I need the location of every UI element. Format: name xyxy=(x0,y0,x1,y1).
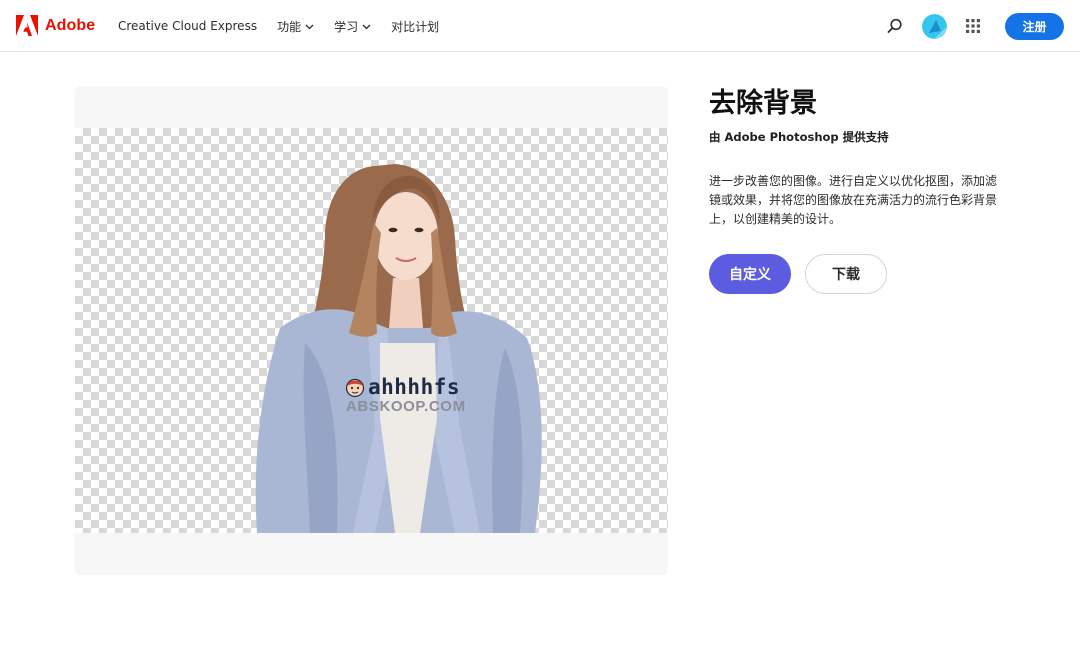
nav-item-label: Creative Cloud Express xyxy=(118,19,258,33)
brand-name: Adobe xyxy=(45,16,96,34)
watermark-logo: ahhhhfs xyxy=(345,376,485,398)
customize-button[interactable]: 自定义 xyxy=(709,254,791,294)
nav-item-label: 对比计划 xyxy=(391,19,440,34)
signup-button[interactable]: 注册 xyxy=(1005,12,1064,40)
search-icon xyxy=(887,18,902,33)
adobe-logo-icon xyxy=(16,15,38,36)
tool-description: 进一步改善您的图像。进行自定义以优化抠图，添加滤镜或效果，并将您的图像放在充满活… xyxy=(709,174,998,226)
image-preview-card: ahhhhfs ABSKOOP.COM xyxy=(75,86,668,575)
nav-item-features[interactable]: 功能 xyxy=(277,18,314,35)
nav-item-creative-cloud-express[interactable]: Creative Cloud Express xyxy=(118,19,257,33)
app-grid-icon xyxy=(966,19,980,33)
nav-item-learn[interactable]: 学习 xyxy=(334,18,371,35)
top-navigation-bar: Adobe Creative Cloud Express 功能 学习 对比计划 xyxy=(0,0,1080,52)
watermark: ahhhhfs ABSKOOP.COM xyxy=(345,376,485,415)
adobe-home-link[interactable]: Adobe xyxy=(16,15,95,36)
nav-item-label: 学习 xyxy=(334,19,359,34)
page-title: 去除背景 xyxy=(709,88,817,119)
main-nav: Creative Cloud Express 功能 学习 对比计划 xyxy=(118,0,439,52)
cutout-person-image xyxy=(255,164,542,533)
apps-menu-button[interactable] xyxy=(963,16,983,36)
search-button[interactable] xyxy=(885,16,905,36)
tool-info-panel: 去除背景 由 Adobe Photoshop 提供支持 进一步改善您的图像。进行… xyxy=(709,86,1009,229)
mascot-face-icon xyxy=(345,378,365,398)
nav-item-label: 功能 xyxy=(277,19,302,34)
chevron-down-icon xyxy=(305,24,314,29)
download-button[interactable]: 下载 xyxy=(805,254,887,294)
avatar[interactable] xyxy=(922,13,947,39)
powered-by-label: 由 Adobe Photoshop 提供支持 xyxy=(709,130,889,144)
action-buttons: 自定义 下载 xyxy=(709,254,887,294)
header-tools: 注册 xyxy=(885,0,1064,52)
transparent-background: ahhhhfs ABSKOOP.COM xyxy=(75,128,668,533)
watermark-text: ahhhhfs xyxy=(368,375,461,399)
chevron-down-icon xyxy=(362,24,371,29)
nav-item-compare-plans[interactable]: 对比计划 xyxy=(391,18,439,35)
watermark-domain: ABSKOOP.COM xyxy=(346,398,466,415)
avatar-icon xyxy=(922,13,947,39)
